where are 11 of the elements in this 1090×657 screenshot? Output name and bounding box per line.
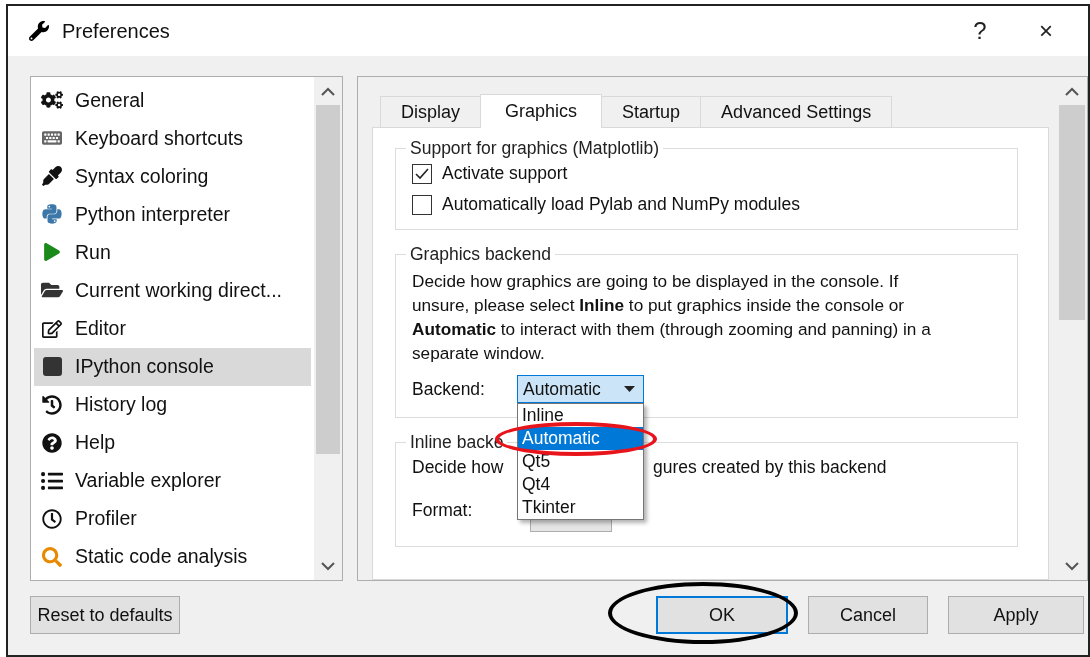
group-title: Inline backe xyxy=(409,432,505,453)
group-title: Support for graphics (Matplotlib) xyxy=(409,138,660,159)
description-text: Decide how graphics are going to be displayed in the console. If unsure, please select Inline to put graphics inside the console or Automatic to interact with them (through zooming and panning) in a separate window. xyxy=(412,270,932,365)
window-title: Preferences xyxy=(62,19,171,43)
field-label: Backend: xyxy=(412,378,486,400)
description-text: Decide how xyxy=(412,457,505,478)
checkbox-label: Automatically load Pylab and NumPy modules xyxy=(442,194,800,215)
field-label: Format: xyxy=(412,499,474,521)
checkbox-label: Activate support xyxy=(442,163,568,184)
group-title: Graphics backend xyxy=(409,244,553,265)
description-text: gures created by this backend xyxy=(653,457,888,478)
